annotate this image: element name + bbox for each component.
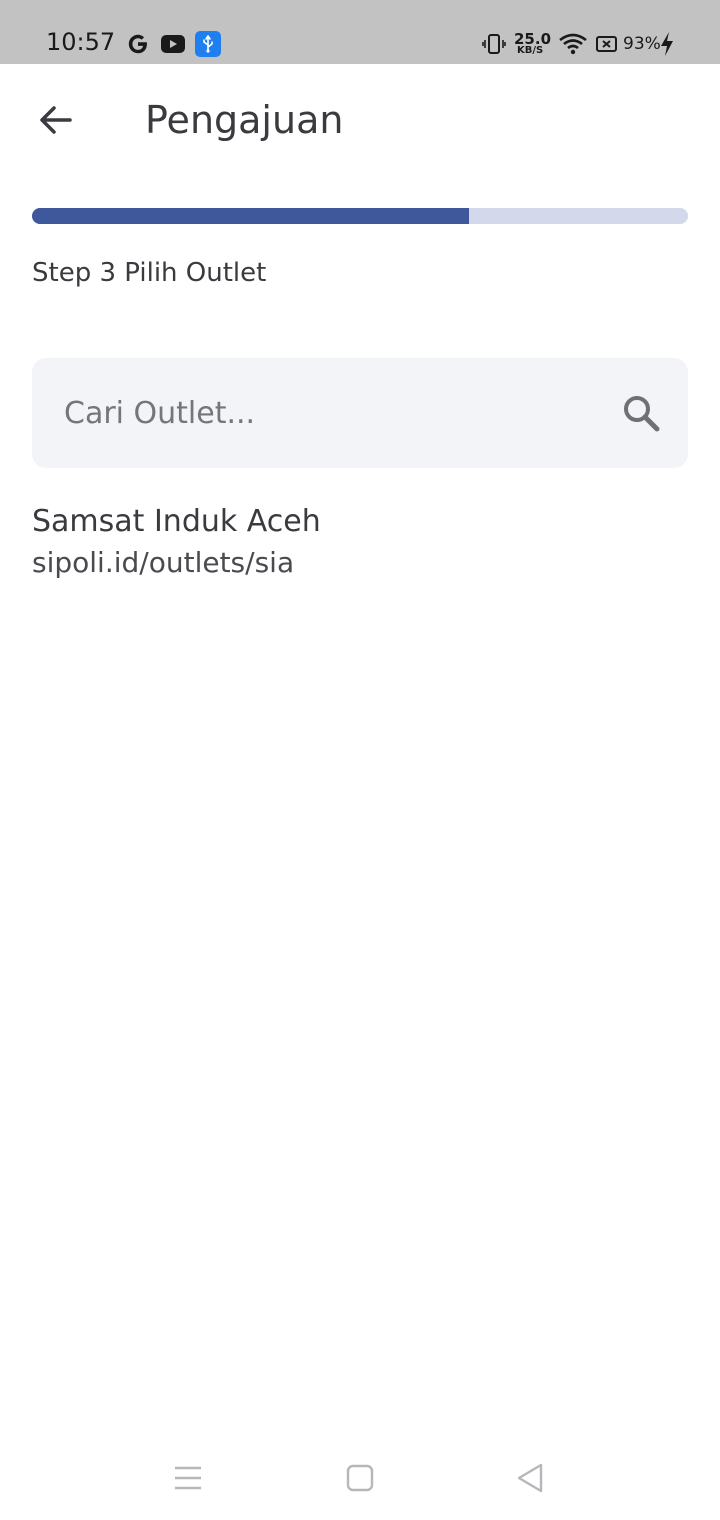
- outlet-name: Samsat Induk Aceh: [32, 504, 321, 539]
- app-bar: Pengajuan: [0, 64, 720, 176]
- usb-icon: [195, 31, 221, 57]
- status-time: 10:57: [46, 28, 116, 56]
- battery-percent: 93%: [623, 34, 661, 54]
- search-box[interactable]: [32, 358, 688, 468]
- back-triangle-icon: [517, 1463, 543, 1493]
- outlet-list-item[interactable]: Samsat Induk Aceh sipoli.id/outlets/sia: [32, 500, 688, 590]
- arrow-left-icon: [40, 106, 72, 134]
- system-back-button[interactable]: [504, 1458, 556, 1498]
- battery-saver-icon: [596, 36, 617, 52]
- youtube-icon: [161, 35, 185, 53]
- search-icon[interactable]: [620, 392, 662, 434]
- charging-icon: [661, 32, 673, 56]
- menu-icon: [175, 1466, 201, 1490]
- vibrate-icon: [482, 34, 506, 54]
- recent-apps-button[interactable]: [162, 1458, 214, 1498]
- outlet-url: sipoli.id/outlets/sia: [32, 546, 295, 579]
- step-label: Step 3 Pilih Outlet: [32, 258, 267, 288]
- step-progress-bar: [32, 208, 688, 224]
- status-bar: 10:57 25.0 KB/S 93%: [0, 0, 720, 64]
- net-speed-unit: KB/S: [517, 45, 544, 56]
- system-nav-bar: [0, 1430, 720, 1520]
- home-button[interactable]: [334, 1458, 386, 1498]
- search-input[interactable]: [64, 386, 604, 440]
- google-icon: [128, 34, 147, 54]
- step-progress-fill: [32, 208, 469, 224]
- back-button[interactable]: [24, 92, 88, 148]
- home-icon: [346, 1464, 374, 1492]
- page-title: Pengajuan: [145, 98, 344, 142]
- wifi-icon: [559, 33, 587, 55]
